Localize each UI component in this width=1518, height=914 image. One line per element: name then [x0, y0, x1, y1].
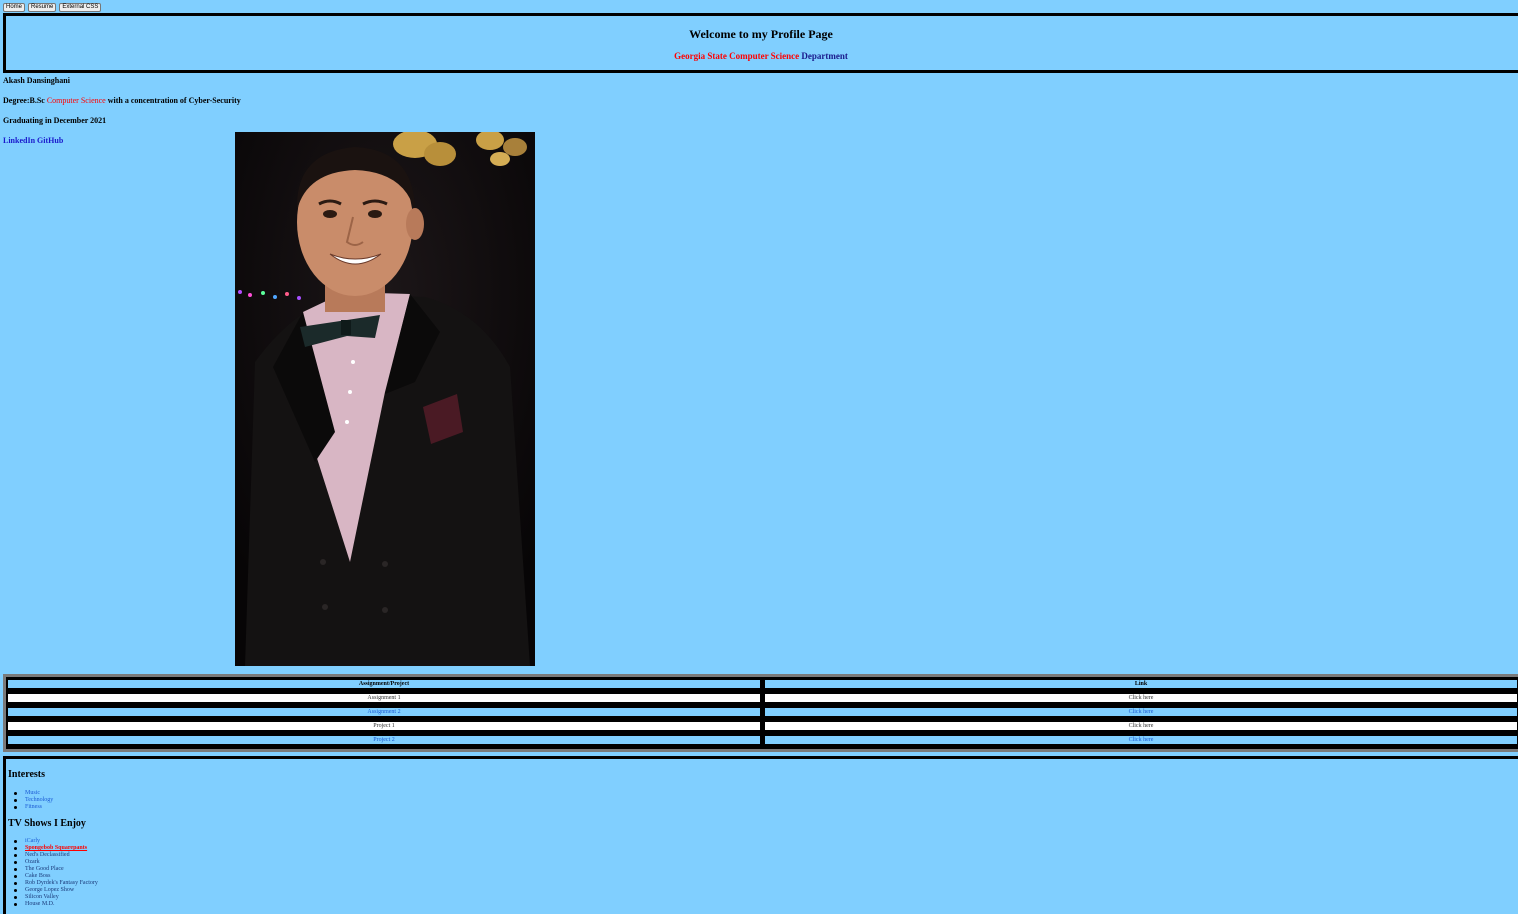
- department-label: Department: [801, 51, 848, 61]
- degree-suffix: with a concentration of Cyber-Security: [107, 96, 241, 105]
- graduation-date: Graduating in December 2021: [3, 116, 107, 125]
- tv-shows-title: TV Shows I Enjoy: [8, 818, 86, 829]
- resume-button[interactable]: Resume: [28, 3, 57, 12]
- home-button[interactable]: Home: [3, 3, 26, 12]
- degree-major: Computer Science: [46, 96, 106, 105]
- list-item: Ozark: [14, 859, 98, 866]
- department-name: Georgia State Computer Science: [674, 51, 800, 61]
- profile-degree: Degree:B.Sc Computer Science with a conc…: [3, 96, 241, 105]
- page-header: Welcome to my Profile Page Georgia State…: [3, 13, 1518, 73]
- social-links: LinkedIn GitHub: [3, 136, 63, 145]
- list-item: Ned's Declassified: [14, 852, 98, 859]
- table-row-link[interactable]: Click here: [765, 708, 1517, 716]
- tv-shows-list: iCarly Spongebob Squarepants Ned's Decla…: [14, 838, 98, 908]
- table-row-assignment: Project 1: [8, 722, 760, 730]
- list-item: Rob Dyrdek's Fantasy Factory: [14, 880, 98, 886]
- table-row-assignment: Assignment 2: [8, 708, 760, 716]
- table-row-link[interactable]: Click here: [765, 694, 1517, 702]
- interests-list: Music Technology Fitness: [13, 790, 54, 811]
- list-item: Music: [13, 790, 53, 797]
- profile-page: Home Resume External CSS Welcome to my P…: [0, 0, 1518, 914]
- profile-photo: [235, 132, 535, 666]
- assignments-table: Assignment/Project Link Assignment 1 Cli…: [3, 674, 1518, 752]
- table-row-link[interactable]: Click here: [765, 736, 1517, 744]
- list-item: Fitness: [13, 804, 53, 811]
- list-item: Cake Boss: [14, 873, 98, 880]
- list-item: Silicon Valley: [14, 894, 98, 901]
- external-css-button[interactable]: External CSS: [59, 3, 102, 12]
- github-link[interactable]: GitHub: [37, 136, 63, 145]
- table-row-assignment: Assignment 1: [8, 694, 760, 702]
- interests-title: Interests: [8, 769, 46, 780]
- profile-name: Akash Dansinghani: [3, 76, 70, 85]
- linkedin-link[interactable]: LinkedIn: [3, 136, 35, 145]
- list-item: Spongebob Squarepants: [14, 845, 98, 852]
- degree-prefix: Degree:B.Sc: [3, 96, 45, 105]
- department-line: Georgia State Computer Science Departmen…: [6, 51, 1518, 61]
- list-item: House M.D.: [14, 901, 98, 908]
- table-row-assignment: Project 2: [8, 736, 760, 744]
- nav-bar: Home Resume External CSS: [3, 3, 102, 12]
- list-item: iCarly: [14, 838, 98, 845]
- profile-photo-image: [235, 132, 535, 666]
- list-item: Technology: [13, 797, 54, 803]
- interests-section: Interests Music Technology Fitness TV Sh…: [3, 756, 1518, 914]
- table-header-link: Link: [765, 680, 1517, 688]
- table-header-assignment: Assignment/Project: [8, 680, 760, 688]
- table-row-link[interactable]: Click here: [765, 722, 1517, 730]
- list-item: The Good Place: [14, 866, 98, 873]
- list-item: George Lopez Show: [14, 887, 98, 894]
- page-title: Welcome to my Profile Page: [689, 27, 833, 41]
